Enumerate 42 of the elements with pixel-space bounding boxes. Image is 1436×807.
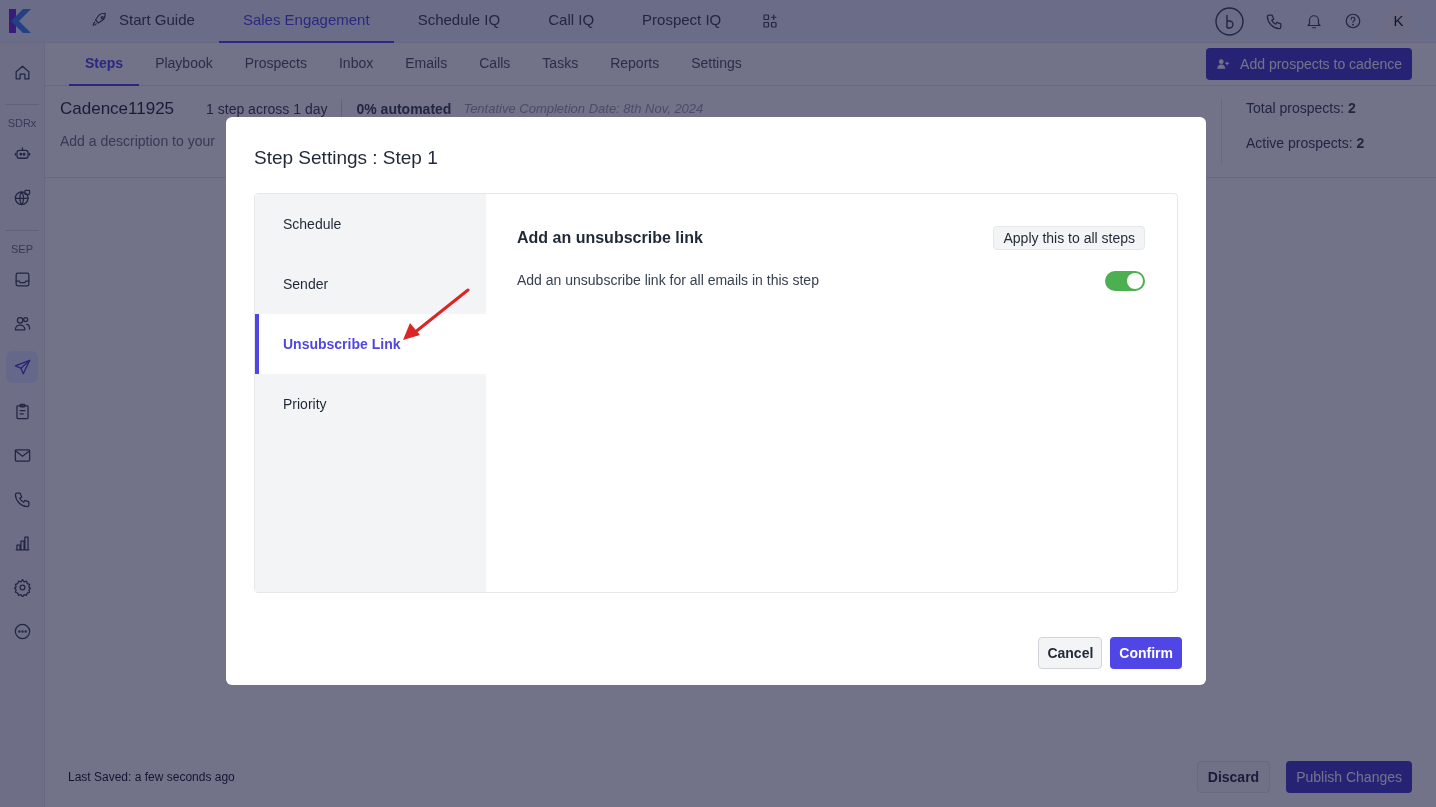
- tab[interactable]: Inbox: [322, 42, 390, 86]
- dialog-title: Step Settings : Step 1: [254, 146, 439, 170]
- tab[interactable]: Tasks: [526, 42, 595, 86]
- settings-nav-item[interactable]: Priority: [255, 374, 486, 434]
- tab[interactable]: Reports: [594, 42, 676, 86]
- apps-icon[interactable]: [761, 12, 780, 30]
- nav-tab[interactable]: Prospect IQ: [618, 0, 746, 43]
- apply-all-button[interactable]: Apply this to all steps: [993, 226, 1145, 250]
- add-prospects-button[interactable]: Add prospects to cadence: [1206, 48, 1412, 80]
- tab[interactable]: Prospects: [228, 42, 323, 86]
- annotation-arrow: [402, 288, 471, 342]
- setting-label: Add an unsubscribe link for all emails in this step: [517, 271, 819, 290]
- automation-status: 0% automated: [356, 99, 452, 119]
- tab[interactable]: Emails: [389, 42, 464, 86]
- add-user-icon: [1216, 57, 1231, 71]
- prospect-count: Total prospects: 2: [1246, 99, 1357, 118]
- send-icon[interactable]: [6, 351, 38, 383]
- help-icon[interactable]: [1344, 12, 1362, 30]
- logo-icon[interactable]: [9, 9, 31, 33]
- nav-tab[interactable]: Call IQ: [524, 0, 619, 43]
- nav-tab[interactable]: Sales Engagement: [218, 0, 394, 43]
- settings-nav-item[interactable]: Sender: [255, 254, 486, 314]
- discard-button[interactable]: Discard: [1196, 761, 1271, 793]
- prospect-count: Active prospects: 2: [1246, 134, 1366, 153]
- rocket-icon: [91, 11, 109, 29]
- tab[interactable]: Calls: [463, 42, 527, 86]
- bell-icon[interactable]: [1305, 12, 1323, 30]
- nav-tab[interactable]: Schedule IQ: [393, 0, 525, 43]
- tab[interactable]: Steps: [69, 42, 140, 86]
- toggle-switch[interactable]: [1105, 270, 1145, 291]
- section-heading: Add an unsubscribe link: [517, 228, 703, 248]
- settings-nav-item[interactable]: Schedule: [255, 194, 486, 254]
- b-logo-icon[interactable]: [1215, 6, 1244, 36]
- nav-tab[interactable]: Start Guide: [67, 0, 219, 43]
- confirm-button[interactable]: Confirm: [1110, 637, 1182, 669]
- last-saved-text: Last Saved: a few seconds ago: [68, 769, 235, 786]
- tab[interactable]: Playbook: [139, 42, 229, 86]
- cancel-button[interactable]: Cancel: [1038, 637, 1103, 669]
- cadence-name: Cadence11925: [60, 98, 175, 121]
- settings-nav-item[interactable]: Unsubscribe Link: [255, 314, 486, 374]
- publish-button[interactable]: Publish Changes: [1286, 761, 1412, 793]
- tab[interactable]: Settings: [675, 42, 758, 86]
